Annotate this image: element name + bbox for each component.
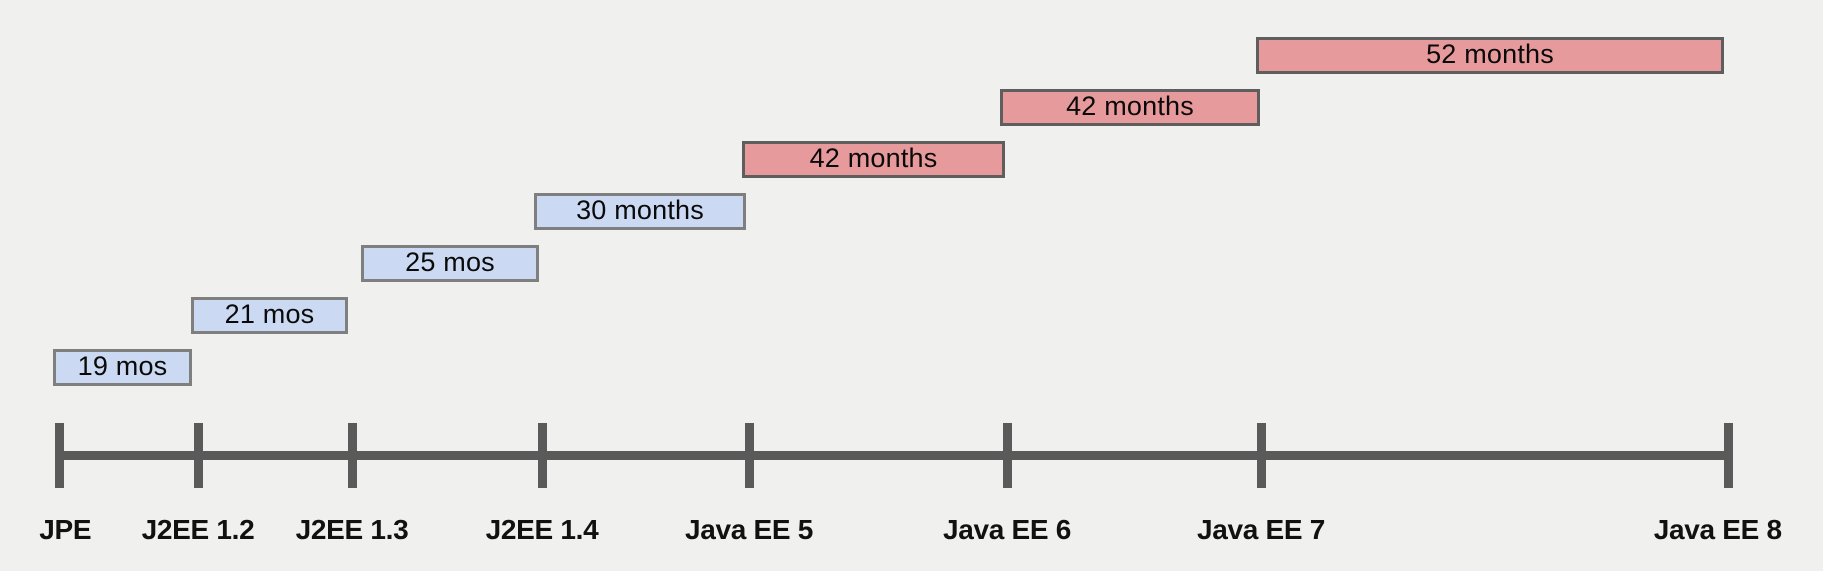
- axis-tick: [348, 423, 357, 488]
- interval-bar-label: 25 mos: [405, 247, 495, 277]
- interval-bar-label: 52 months: [1426, 39, 1554, 69]
- axis-tick: [1003, 423, 1012, 488]
- interval-bar: 30 months: [534, 193, 746, 230]
- axis-tick-label: Java EE 6: [942, 514, 1072, 545]
- interval-bar: 21 mos: [191, 297, 348, 334]
- interval-bar: 19 mos: [53, 349, 192, 386]
- axis-tick: [538, 423, 547, 488]
- axis-tick-label: J2EE 1.2: [141, 514, 255, 545]
- interval-bar: 42 months: [1000, 89, 1260, 126]
- interval-bar-label: 42 months: [809, 143, 938, 173]
- axis-tick-label: J2EE 1.4: [485, 514, 599, 545]
- axis-tick-label: J2EE 1.3: [295, 514, 409, 545]
- timeline-chart: 19 mos 21 mos 25 mos 30 months 42 months 42 m…: [0, 0, 1823, 571]
- axis-tick: [745, 423, 754, 488]
- axis-tick-label: JPE: [39, 514, 92, 545]
- interval-bar-label: 19 mos: [77, 351, 168, 381]
- axis-tick: [1724, 423, 1733, 488]
- axis-tick-label: Java EE 5: [684, 514, 814, 545]
- interval-bar: 52 months: [1256, 37, 1724, 74]
- axis-tick-label: Java EE 8: [1653, 514, 1782, 545]
- axis-tick: [55, 423, 64, 488]
- interval-bar-label: 30 months: [576, 195, 704, 225]
- interval-bar-label: 21 mos: [224, 299, 315, 329]
- interval-bar: 42 months: [742, 141, 1005, 178]
- axis-tick: [194, 423, 203, 488]
- axis-tick-label: Java EE 7: [1196, 514, 1326, 545]
- axis-tick: [1257, 423, 1266, 488]
- interval-bar: 25 mos: [361, 245, 539, 282]
- timeline-axis-line: [55, 451, 1733, 460]
- interval-bar-label: 42 months: [1066, 91, 1194, 121]
